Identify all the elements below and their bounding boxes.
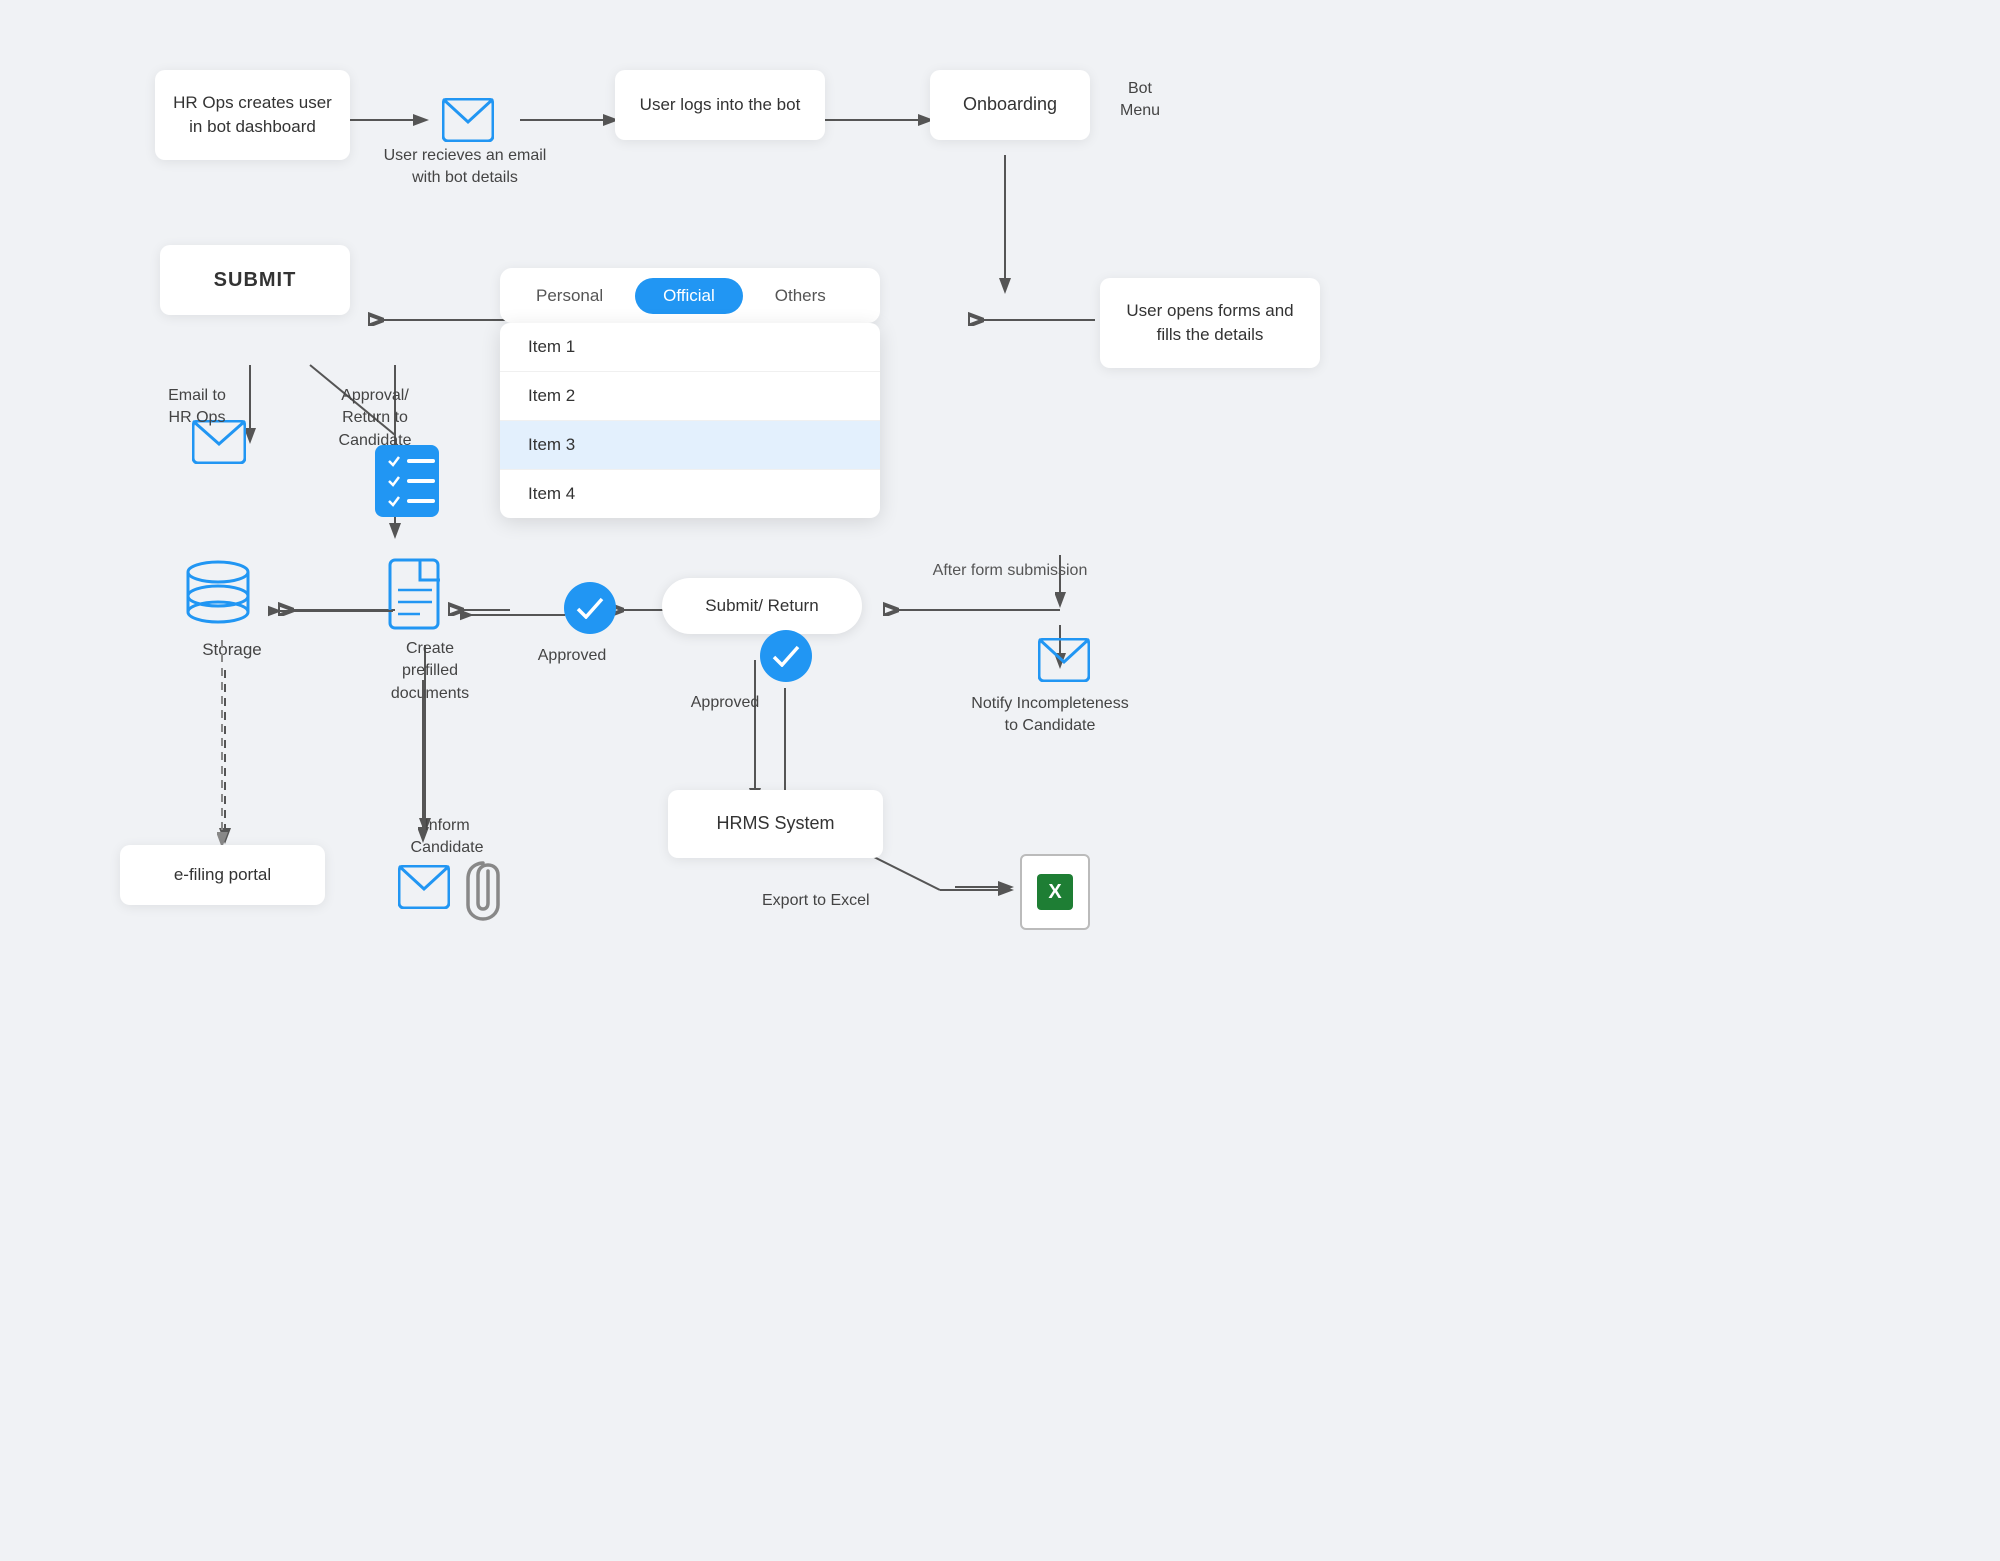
hrms-label: HRMS System: [716, 811, 834, 836]
hrms-box: HRMS System: [668, 790, 883, 858]
tab-others[interactable]: Others: [747, 278, 854, 314]
email-received-label: User recieves an email with bot details: [375, 145, 555, 190]
user-logs-box: User logs into the bot: [615, 70, 825, 140]
checklist-icon: [375, 445, 439, 517]
user-opens-box: User opens forms and fills the details: [1100, 278, 1320, 368]
inform-label: Inform Candidate: [382, 815, 512, 860]
notify-email-icon: [1038, 638, 1090, 682]
submit-return-label: Submit/ Return: [705, 596, 818, 616]
submit-box: SUBMIT: [160, 245, 350, 315]
approved-left-label: Approved: [527, 645, 617, 667]
storage-label: Storage: [192, 638, 272, 662]
onboarding-label: Onboarding: [963, 92, 1057, 117]
approved-circle-right: [760, 630, 812, 682]
approved-circle-left: [564, 582, 616, 634]
notify-label: Notify Incompleteness to Candidate: [955, 693, 1145, 738]
hr-ops-box: HR Ops creates user in bot dashboard: [155, 70, 350, 160]
user-logs-label: User logs into the bot: [640, 93, 801, 117]
after-form-label: After form submission: [900, 560, 1120, 582]
approval-label: Approval/ Return to Candidate: [310, 385, 440, 452]
email-hr-label: Email to HR Ops: [142, 385, 252, 430]
dropdown-item-1[interactable]: Item 1: [500, 323, 880, 372]
storage-icon: [182, 558, 254, 626]
submit-return-box[interactable]: Submit/ Return: [662, 578, 862, 634]
efiling-label: e-filing portal: [174, 863, 271, 887]
user-opens-label: User opens forms and fills the details: [1126, 299, 1293, 347]
dropdown-item-3[interactable]: Item 3: [500, 421, 880, 470]
tab-official[interactable]: Official: [635, 278, 743, 314]
hr-ops-label: HR Ops creates user in bot dashboard: [173, 91, 332, 139]
email-inform-icon: [398, 865, 450, 909]
tab-bar: Personal Official Others: [500, 268, 880, 323]
tab-personal[interactable]: Personal: [508, 278, 631, 314]
create-doc-label: Create prefilled documents: [365, 638, 495, 705]
submit-label: SUBMIT: [214, 266, 297, 294]
email-top-icon: [438, 90, 498, 150]
efiling-box: e-filing portal: [120, 845, 325, 905]
bot-menu-label: Bot Menu: [1105, 78, 1175, 123]
dropdown-list: Item 1 Item 2 Item 3 Item 4: [500, 323, 880, 518]
approved-right-label: Approved: [675, 692, 775, 714]
export-label: Export to Excel: [762, 890, 947, 912]
excel-icon: X: [1020, 854, 1090, 930]
paperclip-icon: [460, 855, 506, 928]
dropdown-item-2[interactable]: Item 2: [500, 372, 880, 421]
create-doc-icon: [388, 558, 446, 630]
onboarding-box: Onboarding: [930, 70, 1090, 140]
dropdown-item-4[interactable]: Item 4: [500, 470, 880, 518]
